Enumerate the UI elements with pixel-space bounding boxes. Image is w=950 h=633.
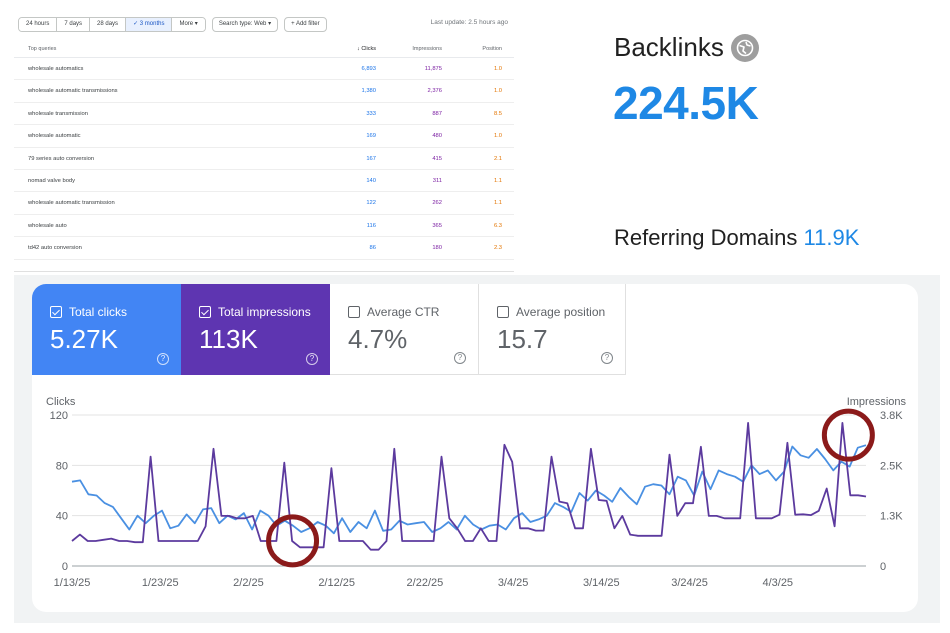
metric-total-clicks[interactable]: Total clicks 5.27K ?: [32, 284, 181, 375]
query-cell: wholesale transmission: [28, 110, 88, 117]
metric-value: 113K: [199, 324, 258, 354]
table-row[interactable]: wholesale automatic transmission 122 262 1.…: [14, 192, 514, 215]
query-cell: wholesale automatics: [28, 66, 84, 72]
clicks-cell: 116: [366, 222, 376, 229]
position-cell: 8.5: [493, 110, 502, 117]
impressions-cell: 365: [432, 222, 442, 229]
clicks-cell: 86: [369, 245, 376, 252]
position-cell: 1.0: [493, 133, 502, 140]
table-header: Top queries ↓ Clicks Impressions Positio…: [14, 40, 514, 58]
date-range-segmented: 24 hours 7 days 28 days ✓ 3 months More …: [18, 16, 206, 32]
query-cell: td42 auto conversion: [28, 245, 82, 252]
table-body: wholesale automatics 6,893 11,875 1.0 wholes…: [14, 58, 514, 260]
range-3-months[interactable]: ✓ 3 months: [126, 17, 173, 31]
backlinks-header: Backlinks: [614, 32, 759, 63]
position-cell: 6.3: [493, 222, 502, 229]
metric-label: Average position: [516, 305, 606, 319]
impressions-cell: 11,875: [424, 66, 442, 72]
referring-domains: Referring Domains 11.9K: [614, 225, 859, 251]
clicks-cell: 333: [366, 110, 376, 117]
query-cell: wholesale auto: [28, 222, 67, 229]
clicks-cell: 1,380: [361, 88, 376, 95]
position-cell: 1.1: [493, 200, 502, 207]
referring-domains-label: Referring Domains: [614, 225, 798, 250]
dropdown-arrow-icon: ▾: [193, 20, 198, 27]
header-top-queries[interactable]: Top queries: [28, 46, 56, 52]
range-7-days[interactable]: 7 days: [57, 17, 91, 31]
metric-label: Average CTR: [367, 305, 440, 319]
header-clicks[interactable]: ↓ Clicks: [357, 46, 376, 52]
checkbox-checked-icon[interactable]: [50, 306, 62, 318]
add-filter-label: Add filter: [295, 20, 320, 27]
query-cell: wholesale automatic transmission: [28, 200, 115, 207]
header-impressions[interactable]: Impressions: [412, 46, 442, 52]
table-row[interactable]: wholesale automatic 169 480 1.0: [14, 125, 514, 148]
top-queries-panel: 24 hours 7 days 28 days ✓ 3 months More …: [14, 10, 514, 272]
date-filter-bar: 24 hours 7 days 28 days ✓ 3 months More …: [18, 16, 327, 32]
query-cell: wholesale automatic: [28, 133, 81, 140]
checkbox-checked-icon[interactable]: [199, 306, 211, 318]
table-row[interactable]: wholesale automatic transmissions 1,380 2,…: [14, 80, 514, 103]
checkmark-icon: ✓: [133, 20, 140, 27]
metric-label: Total impressions: [218, 305, 311, 319]
impressions-cell: 311: [432, 177, 442, 184]
impressions-cell: 415: [432, 155, 442, 162]
metric-average-ctr[interactable]: Average CTR 4.7% ?: [330, 284, 479, 375]
metric-label: Total clicks: [69, 305, 128, 319]
range-more[interactable]: More ▾: [172, 17, 205, 31]
position-cell: 2.3: [493, 245, 502, 252]
metric-value: 4.7%: [348, 324, 408, 354]
help-icon[interactable]: ?: [601, 352, 613, 364]
position-cell: 2.1: [493, 155, 502, 162]
referring-domains-value: 11.9K: [803, 225, 860, 250]
help-icon[interactable]: ?: [454, 352, 466, 364]
range-more-label: More: [179, 20, 194, 27]
clicks-cell: 140: [366, 177, 376, 184]
screenshot-root: 24 hours 7 days 28 days ✓ 3 months More …: [0, 0, 950, 633]
metric-value: 5.27K: [50, 324, 118, 354]
performance-card: Total clicks 5.27K ? Total impressions 1…: [32, 284, 918, 612]
metric-average-position[interactable]: Average position 15.7 ?: [479, 284, 626, 375]
table-row[interactable]: td42 auto conversion 86 180 2.3: [14, 237, 514, 260]
position-cell: 1.1: [493, 177, 502, 184]
backlinks-value: 224.5K: [613, 77, 759, 129]
clicks-cell: 122: [366, 200, 376, 207]
impressions-cell: 2,376: [427, 88, 442, 95]
checkbox-unchecked-icon[interactable]: [497, 306, 509, 318]
search-type-label: Search type: Web: [218, 20, 267, 27]
last-update-text: Last update: 2.5 hours ago: [430, 19, 508, 26]
range-24-hours[interactable]: 24 hours: [19, 17, 58, 31]
impressions-cell: 887: [432, 110, 442, 117]
query-cell: nomad valve body: [28, 177, 76, 184]
dropdown-arrow-icon: ▾: [266, 20, 272, 27]
semrush-globe-icon: [730, 33, 759, 62]
position-cell: 1.0: [493, 66, 502, 72]
clicks-cell: 6,893: [361, 66, 376, 72]
clicks-cell: 169: [366, 133, 376, 140]
impressions-cell: 262: [432, 200, 442, 207]
query-cell: 79 series auto conversion: [28, 155, 95, 162]
help-icon[interactable]: ?: [306, 353, 318, 365]
add-filter-button[interactable]: + Add filter: [284, 16, 327, 32]
checkbox-unchecked-icon[interactable]: [348, 306, 360, 318]
impressions-cell: 180: [432, 245, 442, 252]
table-row[interactable]: nomad valve body 140 311 1.1: [14, 170, 514, 193]
range-28-days[interactable]: 28 days: [90, 17, 127, 31]
search-type-chip[interactable]: Search type: Web ▾: [211, 16, 279, 32]
query-cell: wholesale automatic transmissions: [28, 88, 118, 95]
table-row[interactable]: 79 series auto conversion 167 415 2.1: [14, 148, 514, 170]
range-3-months-label: 3 months: [139, 20, 165, 27]
table-row[interactable]: wholesale transmission 333 887 8.5: [14, 103, 514, 126]
table-row[interactable]: wholesale automatics 6,893 11,875 1.0: [14, 58, 514, 81]
metric-total-impressions[interactable]: Total impressions 113K ?: [181, 284, 330, 375]
header-clicks-label: Clicks: [361, 46, 376, 52]
help-icon[interactable]: ?: [157, 353, 169, 365]
header-position[interactable]: Position: [482, 46, 502, 52]
impressions-cell: 480: [432, 133, 442, 140]
clicks-cell: 167: [366, 155, 376, 162]
table-row[interactable]: wholesale auto 116 365 6.3: [14, 215, 514, 238]
backlinks-title: Backlinks: [614, 32, 724, 62]
position-cell: 1.0: [493, 88, 502, 95]
metric-value: 15.7: [497, 324, 548, 354]
